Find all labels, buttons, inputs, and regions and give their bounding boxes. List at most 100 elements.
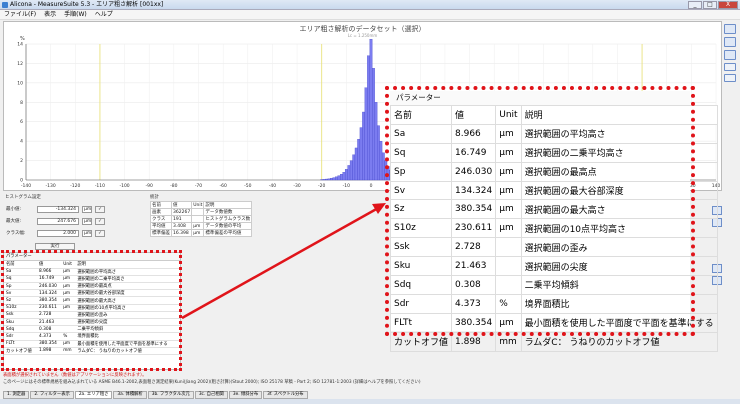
tab-item[interactable]: 3a. 体積解析	[113, 391, 147, 399]
print-icon[interactable]	[724, 74, 736, 82]
histogram-bar	[364, 87, 368, 181]
histogram-bar	[362, 111, 365, 181]
histogram-bar	[357, 139, 361, 181]
histogram-bar	[337, 175, 341, 181]
min-value-field[interactable]: -134.324	[37, 205, 79, 213]
x-tick-label: -30	[293, 183, 300, 189]
x-tick-label: -50	[244, 183, 251, 189]
menu-help[interactable]: ヘルプ	[95, 10, 113, 19]
statistics-header-row: 名前 値 Unit 説明	[150, 201, 253, 209]
y-tick-label: 6	[20, 119, 23, 125]
menu-bar: ファイル(F) 表示 手順(W) ヘルプ	[0, 10, 740, 20]
histogram-bar	[330, 178, 333, 181]
histogram-max-row: 最大値: 247.676 µm ✓	[6, 217, 105, 225]
cell	[191, 208, 205, 216]
y-unit-label: %	[20, 36, 25, 42]
histogram-bar	[379, 140, 383, 181]
notes-area: 表面積が選択されていません（数値はアプリケーションに反映されます）。 このページ…	[3, 372, 722, 390]
max-label: 最大値:	[6, 219, 22, 224]
histogram-bar	[332, 177, 336, 181]
statistics-caption: 統計	[150, 195, 159, 200]
histogram-bar	[352, 154, 356, 181]
right-toolbar	[724, 24, 738, 82]
tab-item[interactable]: 3f. スペクトル分布	[263, 391, 308, 399]
statistics-table: 名前 値 Unit 説明 画素 362267 データ数値数 クラス 191 ヒストグラム…	[150, 201, 253, 237]
menu-view[interactable]: 表示	[44, 10, 56, 19]
header-description: 説明	[203, 201, 253, 209]
histogram-bar	[359, 127, 363, 181]
maximize-button[interactable]: □	[703, 1, 717, 9]
warning-note: 表面積が選択されていません（数値はアプリケーションに反映されます）。	[3, 373, 147, 378]
zoom-icon[interactable]	[724, 24, 736, 34]
max-value-field[interactable]: 247.676	[37, 217, 79, 225]
highlight-box-small	[1, 250, 182, 371]
tab-item[interactable]: 1. 測定器	[3, 391, 30, 399]
histogram-bar	[374, 102, 378, 181]
histogram-bar	[325, 178, 329, 181]
cell: データ数値数	[203, 208, 253, 216]
class-width-field[interactable]: 2.000	[37, 229, 79, 237]
image-icon[interactable]	[724, 37, 736, 47]
y-tick-label: 4	[20, 139, 23, 145]
x-tick-label: -120	[70, 183, 80, 189]
max-unit-select[interactable]: µm	[82, 217, 92, 225]
x-tick-label: -20	[318, 183, 325, 189]
x-tick-label: -60	[219, 183, 226, 189]
histogram-bar	[349, 160, 353, 181]
execute-button[interactable]: 実行	[35, 243, 75, 250]
reference-note: このページにはその標準規格を組み込まれている ASME B46.1-2002,表…	[3, 380, 421, 385]
max-auto-checkbox[interactable]: ✓	[95, 217, 105, 225]
histogram-bar	[340, 174, 343, 181]
table-row: 標準偏差 16.398 µm 標準偏差の平均値	[150, 229, 253, 237]
highlight-box-large	[385, 86, 695, 336]
tab-item[interactable]: 3e. 傾斜分布	[228, 391, 263, 399]
y-tick-label: 2	[20, 158, 23, 164]
callout-arrow-head	[372, 203, 386, 214]
histogram-bar	[367, 55, 370, 181]
cell: 平均値	[150, 222, 172, 230]
app-window: Alicona - MeasureSuite 5.3 - エリア粗さ解析 [00…	[0, 0, 740, 404]
minimize-button[interactable]: _	[688, 1, 702, 9]
title-bar: Alicona - MeasureSuite 5.3 - エリア粗さ解析 [00…	[0, 0, 740, 10]
cell: 362267	[170, 208, 193, 216]
histogram-bar	[377, 125, 380, 181]
x-tick-label: -10	[343, 183, 350, 189]
class-width-unit-select[interactable]: µm	[82, 229, 92, 237]
x-tick-label: 0	[370, 183, 373, 189]
menu-procedure[interactable]: 手順(W)	[64, 10, 87, 19]
class-width-auto-checkbox[interactable]: ✓	[95, 229, 105, 237]
copy-icon[interactable]	[724, 63, 736, 71]
min-label: 最小値:	[6, 207, 22, 212]
histogram-settings-panel: ヒストグラム設定 最小値: -134.324 µm ✓ 最大値: 247.676…	[3, 193, 148, 250]
tab-item[interactable]: 3c. 自己相関	[194, 391, 228, 399]
histogram-min-row: 最小値: -134.324 µm ✓	[6, 205, 105, 213]
tab-item[interactable]: 3b. フラクタル次元	[147, 391, 194, 399]
chart-icon[interactable]	[724, 50, 736, 60]
histogram-bar	[344, 169, 348, 181]
x-tick-label: -90	[146, 183, 153, 189]
header-name: 名前	[150, 201, 172, 209]
histogram-bar	[347, 165, 351, 181]
table-row: 平均値 3.408 µm データ数値の平均	[150, 222, 253, 230]
app-icon	[2, 2, 8, 8]
x-tick-label: -140	[21, 183, 31, 189]
menu-file[interactable]: ファイル(F)	[4, 10, 36, 19]
x-tick-label: -40	[269, 183, 276, 189]
window-title: Alicona - MeasureSuite 5.3 - エリア粗さ解析 [00…	[10, 1, 164, 8]
tab-item[interactable]: 2. フィルター表示	[30, 391, 74, 399]
cell: 3.408	[170, 222, 193, 230]
y-tick-label: 14	[17, 42, 23, 48]
min-auto-checkbox[interactable]: ✓	[95, 205, 105, 213]
close-button[interactable]: X	[718, 1, 738, 9]
cell: 標準偏差	[150, 229, 172, 237]
histogram-settings-caption: ヒストグラム設定	[5, 195, 41, 200]
status-bar	[0, 399, 740, 404]
cell: 標準偏差の平均値	[203, 229, 253, 237]
min-unit-select[interactable]: µm	[82, 205, 92, 213]
tab-strip: 1. 測定器 2. フィルター表示 2a. エリア粗さ 3a. 体積解析 3b. フラク…	[3, 391, 722, 399]
tab-item[interactable]: 2a. エリア粗さ	[74, 391, 113, 399]
cell: µm	[191, 222, 205, 230]
cell: 191	[170, 215, 193, 223]
y-tick-label: 12	[17, 61, 23, 67]
table-row: 画素 362267 データ数値数	[150, 208, 253, 216]
